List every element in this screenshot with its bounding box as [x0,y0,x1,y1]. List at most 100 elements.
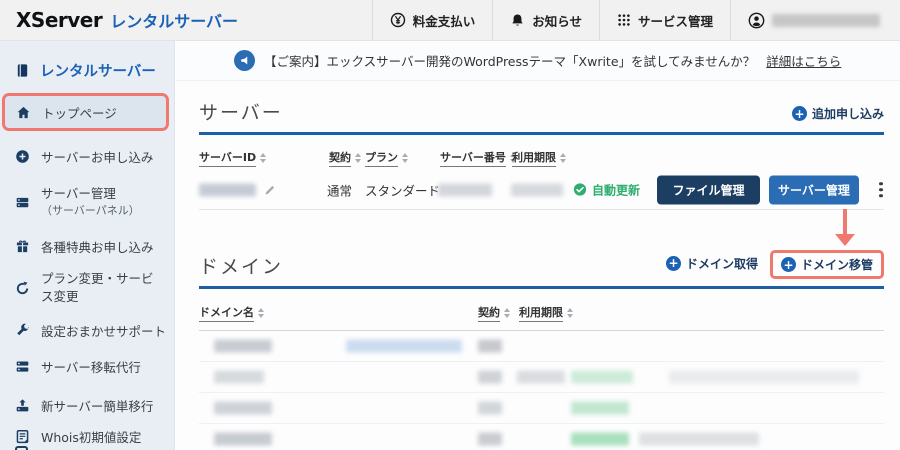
wrench-icon [15,323,30,338]
server-section-header: サーバー + 追加申し込み [199,98,884,125]
whois-document-icon [15,429,30,444]
domain-name-redacted [214,339,272,353]
check-circle-icon [573,183,587,197]
user-circle-icon [748,12,765,29]
domain-section-title: ドメイン [199,256,284,278]
server-number-redacted [438,183,492,196]
book-icon [15,63,30,78]
info-redacted [669,370,859,384]
migrate-icon [15,398,30,413]
domain-section-rule [199,286,884,289]
sidebar-item-clipped-icon [15,446,28,450]
server-section-rule [199,132,884,135]
server-manage-button[interactable]: サーバー管理 [769,175,859,204]
bell-icon [510,13,525,28]
contract-value: 通常 [327,183,353,198]
server-section-title: サーバー [199,102,283,124]
refresh-icon [15,281,30,296]
column-contract[interactable]: 契約 [329,149,361,167]
sidebar-item-label: 設定おまかせサポート [41,323,167,339]
sort-icon [402,153,408,163]
renewal-redacted [571,401,629,415]
add-server-label: 追加申し込み [811,107,884,121]
add-server-link[interactable]: + 追加申し込み [791,105,884,125]
announcement-detail-link[interactable]: 詳細はこちら [766,51,841,70]
domain-name-redacted [214,401,272,415]
sort-icon [260,153,267,163]
renewal-redacted [571,432,629,446]
annotation-box-domain-transfer: + ドメイン移管 [769,250,884,279]
column-domain-expiry[interactable]: 利用期限 [519,304,573,322]
domain-name-redacted [214,370,264,384]
main-area: 【ご案内】エックスサーバー開発のWordPressテーマ「Xwrite」を試して… [176,41,900,450]
annotation-arrow-line [843,209,847,235]
auto-renewal-status: 自動更新 [573,181,640,198]
server-table-header: サーバーID 契約 プラン サーバー番号 利用期限 [199,149,884,170]
column-server-id[interactable]: サーバーID [199,149,267,167]
sidebar-title-label: レンタルサーバー [40,64,156,80]
plus-icon: + [780,257,796,272]
sidebar-item-server-transfer[interactable]: サーバー移転代行 [0,349,174,383]
kebab-menu-icon[interactable] [875,178,887,202]
sort-icon [504,308,510,318]
account-menu[interactable] [730,0,900,40]
sort-icon [355,153,361,163]
menu-item-payment[interactable]: 料金支払い [371,0,493,40]
expiry-date-redacted [511,183,563,196]
domain-table-row [199,362,884,393]
sort-icon [567,308,573,318]
domain-transfer-link[interactable]: + ドメイン移管 [780,256,873,273]
status-badge: 自動更新 [592,183,641,197]
content: サーバー + 追加申し込み サーバーID 契約 プラン サーバー番号 利用期限 … [176,98,900,450]
domain-transfer-label: ドメイン移管 [800,258,873,272]
domain-get-label: ドメイン取得 [685,256,758,271]
menu-item-service-manage[interactable]: サービス管理 [598,0,730,40]
sidebar-item-top-page[interactable]: トップページ [2,93,169,131]
logo-text-secondary: レンタルサーバー [110,12,239,31]
menu-item-label: サービス管理 [637,13,713,29]
domain-table-row [199,424,884,450]
sidebar-item-benefits-apply[interactable]: 各種特典お申し込み [0,229,174,263]
sidebar-item-setting-support[interactable]: 設定おまかせサポート [0,313,174,347]
contract-redacted [478,370,502,384]
column-domain-contract[interactable]: 契約 [478,304,510,322]
server-id-redacted [199,183,256,196]
sidebar-title-rental-server[interactable]: レンタルサーバー [0,41,174,81]
account-name-redacted [772,13,880,27]
column-plan[interactable]: プラン [365,149,408,167]
sidebar-item-label: サーバー移転代行 [41,359,141,375]
logo-text-primary: XServer [16,8,103,32]
sidebar-item-easy-migration[interactable]: 新サーバー簡単移行 [0,387,174,423]
plus-circle-icon [15,149,30,164]
column-server-number[interactable]: サーバー番号 [440,149,516,167]
grid-icon [617,13,631,27]
expiry-redacted [517,370,565,384]
pencil-edit-icon[interactable] [264,184,276,196]
sidebar-item-label: サーバーお申し込み [41,149,154,165]
domain-get-link[interactable]: + ドメイン取得 [665,255,758,275]
sidebar-item-server-apply[interactable]: サーバーお申し込み [0,137,174,175]
sidebar: レンタルサーバー トップページ サーバーお申し込み サーバー管理 （サーバーパネ… [0,41,175,450]
plus-icon: + [665,255,681,271]
annotation-arrow-head [835,234,855,246]
announcement-banner: 【ご案内】エックスサーバー開発のWordPressテーマ「Xwrite」を試して… [176,41,900,81]
sidebar-item-label: Whois初期値設定 [41,429,142,445]
sidebar-item-whois-defaults[interactable]: Whois初期値設定 [0,423,174,449]
app-logo[interactable]: XServer レンタルサーバー [0,0,238,40]
column-domain-name[interactable]: ドメイン名 [199,304,264,322]
sidebar-item-plan-change[interactable]: プラン変更・サービス変更 [0,263,174,313]
contract-redacted [478,432,502,446]
sidebar-item-label: 新サーバー簡単移行 [41,398,154,414]
domain-table-row [199,393,884,424]
server-move-icon [15,359,30,374]
announcement-text: 【ご案内】エックスサーバー開発のWordPressテーマ「Xwrite」を試して… [264,54,756,69]
yen-circle-icon [390,12,406,28]
sidebar-item-label: プラン変更・サービス変更 [41,270,154,304]
domain-name-redacted [214,432,272,446]
gift-icon [15,239,30,254]
menu-item-notice[interactable]: お知らせ [492,0,599,40]
file-manage-button[interactable]: ファイル管理 [657,175,760,204]
sidebar-item-server-manage[interactable]: サーバー管理 （サーバーパネル） [0,177,174,227]
domain-table-header: ドメイン名 契約 利用期限 [199,304,884,331]
column-expiry[interactable]: 利用期限 [512,149,566,167]
